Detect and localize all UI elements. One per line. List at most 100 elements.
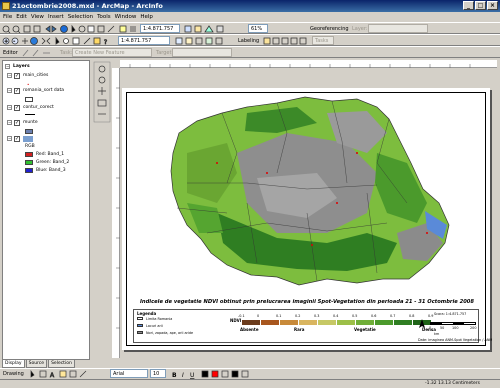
map-frame[interactable]: Indicele de vegetatie NDVI obtinut prin … bbox=[126, 92, 492, 346]
layer-checkbox[interactable]: ✓ bbox=[14, 73, 20, 79]
zoom-percent-combo[interactable]: 61% bbox=[248, 24, 268, 33]
maximize-button[interactable]: □ bbox=[475, 1, 486, 10]
menu-window[interactable]: Window bbox=[115, 12, 137, 22]
scale-bar bbox=[430, 322, 476, 325]
romania-ndvi-map[interactable] bbox=[127, 93, 487, 299]
selected-raster-layer[interactable] bbox=[23, 136, 33, 142]
tab-display[interactable]: Display bbox=[2, 360, 25, 368]
georeferencing-label[interactable]: Georeferencing bbox=[310, 24, 349, 34]
expand-toggle[interactable]: − bbox=[7, 73, 12, 78]
standard-toolbar: 1:4.871.757 61% Georeferencing Layer: bbox=[0, 22, 500, 34]
window-titlebar: 21octombrie2008.mxd - ArcMap - ArcInfo _… bbox=[0, 0, 500, 12]
task-combo[interactable]: Create New Feature bbox=[72, 48, 152, 57]
menu-view[interactable]: View bbox=[31, 12, 44, 22]
legend-swatch bbox=[137, 324, 143, 327]
target-combo[interactable] bbox=[172, 48, 232, 57]
ndvi-class-cell bbox=[394, 320, 413, 325]
horizontal-ruler bbox=[120, 60, 497, 68]
arcmap-icon bbox=[2, 2, 10, 10]
task-label: Task: bbox=[60, 50, 73, 56]
extra-tools[interactable] bbox=[183, 24, 233, 34]
layer-name: munte bbox=[23, 120, 38, 125]
layout-page[interactable]: Indicele de vegetatie NDVI obtinut prin … bbox=[122, 88, 492, 350]
legend-swatch bbox=[137, 331, 143, 334]
ndvi-class-cell bbox=[375, 320, 394, 325]
editor-toolbar: Editor Task: Create New Feature Target: bbox=[0, 46, 500, 58]
ndvi-class-cell bbox=[280, 320, 299, 325]
editor-menu[interactable]: Editor bbox=[3, 48, 18, 58]
blue-swatch bbox=[25, 168, 33, 173]
class-absent: Absente bbox=[240, 327, 259, 332]
scale-tick: 0 bbox=[429, 326, 432, 330]
layer-checkbox[interactable]: ✓ bbox=[14, 136, 20, 142]
georef-layer-combo[interactable] bbox=[368, 24, 428, 33]
class-sparse: Rara bbox=[294, 327, 305, 332]
labeling-label[interactable]: Labeling bbox=[238, 36, 259, 46]
svg-text:A: A bbox=[50, 372, 55, 379]
close-button[interactable]: × bbox=[487, 1, 498, 10]
tasks-combo[interactable]: Tasks bbox=[312, 36, 334, 45]
vertical-ruler bbox=[112, 68, 120, 358]
ndvi-ticks: -0.1 0 0.1 0.2 0.3 0.4 0.5 0.6 0.7 0.8 0… bbox=[238, 314, 434, 318]
legend-swatch bbox=[137, 317, 143, 320]
window-title: 21octombrie2008.mxd - ArcMap - ArcInfo bbox=[12, 2, 163, 10]
ndvi-color-ramp bbox=[242, 320, 432, 325]
menu-tools[interactable]: Tools bbox=[97, 12, 111, 22]
menu-file[interactable]: File bbox=[3, 12, 12, 22]
layout-tools-palette[interactable] bbox=[92, 60, 112, 358]
menu-help[interactable]: Help bbox=[140, 12, 153, 22]
font-combo[interactable]: Arial bbox=[110, 369, 148, 378]
scale-tick: 50 bbox=[440, 326, 445, 330]
tools-toolbar: + - ? 1:4.871.757 Labeling Tasks bbox=[0, 34, 500, 46]
navigation-tool-icons[interactable]: + - ? bbox=[2, 36, 117, 46]
scale-label: Scara: 1:4.871.757 bbox=[434, 312, 467, 316]
layout-view[interactable]: Indicele de vegetatie NDVI obtinut prin … bbox=[92, 60, 497, 358]
ndvi-class-cell bbox=[242, 320, 261, 325]
red-swatch bbox=[25, 152, 33, 157]
drawing-menu[interactable]: Drawing bbox=[3, 369, 24, 379]
green-swatch bbox=[25, 160, 33, 165]
layer-label: Layer: bbox=[352, 26, 368, 32]
layer-symbol bbox=[25, 97, 33, 102]
map-credit: Date: imaginea ANM-Spot Vegetation / ANM bbox=[418, 338, 493, 342]
svg-text:I: I bbox=[182, 372, 184, 379]
minimize-button[interactable]: _ bbox=[463, 1, 474, 10]
menu-insert[interactable]: Insert bbox=[48, 12, 64, 22]
tab-selection[interactable]: Selection bbox=[48, 360, 75, 368]
drawing-toolbar: Drawing A Arial 10 B I U bbox=[0, 368, 500, 379]
reference-scale-combo[interactable]: 1:4.871.757 bbox=[118, 36, 170, 45]
expand-toggle[interactable]: − bbox=[7, 120, 12, 125]
status-coordinates: -1.32 13.13 Centimeters bbox=[424, 381, 480, 386]
menu-selection[interactable]: Selection bbox=[68, 12, 93, 22]
svg-text:+: + bbox=[5, 39, 8, 44]
menu-edit[interactable]: Edit bbox=[16, 12, 27, 22]
ndvi-label: NDVI bbox=[230, 318, 242, 323]
ndvi-class-cell bbox=[261, 320, 280, 325]
font-size-combo[interactable]: 10 bbox=[150, 369, 166, 378]
legend-title: Legenda bbox=[137, 311, 157, 316]
rgb-label: RGB bbox=[25, 144, 35, 149]
table-of-contents: − Layers − ✓ main_cities • − ✓ romania_s… bbox=[2, 60, 90, 360]
edit-tool-icons[interactable] bbox=[20, 48, 60, 58]
text-format-icons[interactable]: B I U bbox=[170, 369, 290, 379]
class-vegetation: Vegetatie bbox=[354, 327, 376, 332]
status-bar: -1.32 13.13 Centimeters bbox=[0, 379, 500, 388]
layout-tool-icons[interactable] bbox=[174, 36, 234, 46]
layer-checkbox[interactable]: ✓ bbox=[14, 105, 20, 111]
layer-checkbox[interactable]: ✓ bbox=[14, 120, 20, 126]
target-label: Target: bbox=[156, 50, 174, 56]
expand-toggle[interactable]: − bbox=[7, 105, 12, 110]
scale-tick: 100 bbox=[452, 326, 459, 330]
expand-toggle[interactable]: − bbox=[7, 88, 12, 93]
layer-name: romania_sort data bbox=[23, 88, 65, 93]
map-scale-combo[interactable]: 1:4.871.757 bbox=[140, 24, 180, 33]
toc-tabs: Display Source Selection bbox=[2, 360, 76, 368]
map-legend: Legenda Limita Romania Lacuri arii Nori,… bbox=[133, 309, 492, 343]
svg-text:?: ? bbox=[104, 39, 107, 46]
ndvi-class-cell bbox=[318, 320, 337, 325]
expand-toggle[interactable]: − bbox=[5, 64, 10, 69]
line-symbol bbox=[25, 114, 35, 115]
tab-source[interactable]: Source bbox=[25, 360, 48, 368]
layer-checkbox[interactable]: ✓ bbox=[14, 88, 20, 94]
expand-toggle[interactable]: − bbox=[7, 136, 12, 141]
